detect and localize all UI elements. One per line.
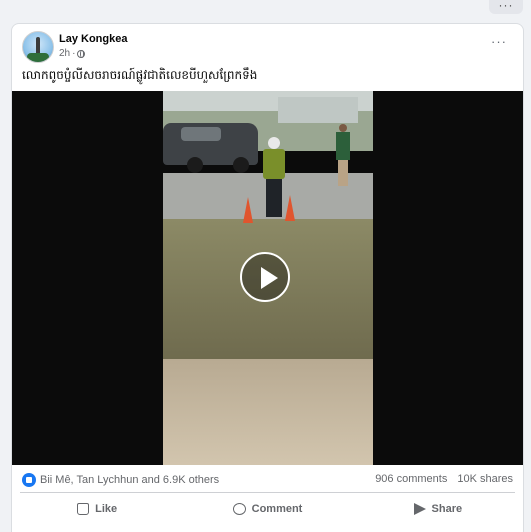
meta-separator: · <box>72 48 76 59</box>
top-bar: ··· <box>0 0 531 22</box>
video-traffic-cone <box>285 195 295 221</box>
comment-label: Comment <box>251 503 303 515</box>
comments-count[interactable]: 906 comments <box>375 473 447 485</box>
video-bystander-head <box>339 124 347 132</box>
post-time[interactable]: 2h <box>59 48 70 59</box>
thumbs-up-icon <box>77 503 90 515</box>
engagement-counts: 906 comments 10K shares <box>375 473 513 485</box>
video-car-window <box>181 127 221 141</box>
video-car-wheel <box>187 157 203 173</box>
play-button[interactable] <box>240 252 290 302</box>
avatar-base <box>27 53 49 62</box>
video-building <box>278 97 358 123</box>
shares-count[interactable]: 10K shares <box>457 473 513 485</box>
top-more-button[interactable]: ··· <box>489 0 523 14</box>
like-reaction-icon <box>22 473 36 487</box>
share-icon <box>413 503 426 515</box>
play-icon <box>261 267 278 289</box>
like-label: Like <box>95 503 118 515</box>
comment-button[interactable]: Comment <box>182 497 352 521</box>
like-button[interactable]: Like <box>12 497 182 521</box>
video-player[interactable] <box>12 91 523 465</box>
reactions-summary[interactable]: Bii Mê, Tan Lychhun and 6.9K others <box>22 473 219 487</box>
share-label: Share <box>431 503 463 515</box>
video-car-wheel <box>233 157 249 173</box>
comment-icon <box>232 503 246 515</box>
video-dirt <box>163 359 373 465</box>
avatar[interactable] <box>22 31 54 63</box>
video-officer-vest <box>263 149 285 179</box>
video-officer-helmet <box>268 137 280 149</box>
share-button[interactable]: Share <box>353 497 523 521</box>
video-bystander-body <box>336 132 350 160</box>
video-bystander <box>336 124 350 186</box>
globe-icon <box>77 49 86 58</box>
video-bystander-legs <box>338 160 348 186</box>
post-card: Lay Kongkea 2h · ··· លោកពូចប្ចំលីសចរាចរណ… <box>11 23 524 532</box>
video-officer-legs <box>266 179 282 217</box>
reactions-text[interactable]: Bii Mê, Tan Lychhun and 6.9K others <box>40 474 219 486</box>
more-options-icon[interactable]: ··· <box>491 35 507 48</box>
post-caption: លោកពូចប្ចំលីសចរាចរណ៍ផ្លូវជាតិលេខបីហួសព្រ… <box>22 68 258 82</box>
video-traffic-cone <box>243 197 253 223</box>
actions-divider <box>20 492 515 493</box>
video-officer <box>261 137 287 217</box>
post-actions: Like Comment Share <box>12 497 523 521</box>
author-name[interactable]: Lay Kongkea <box>59 33 127 45</box>
post-meta: 2h · <box>59 48 86 59</box>
